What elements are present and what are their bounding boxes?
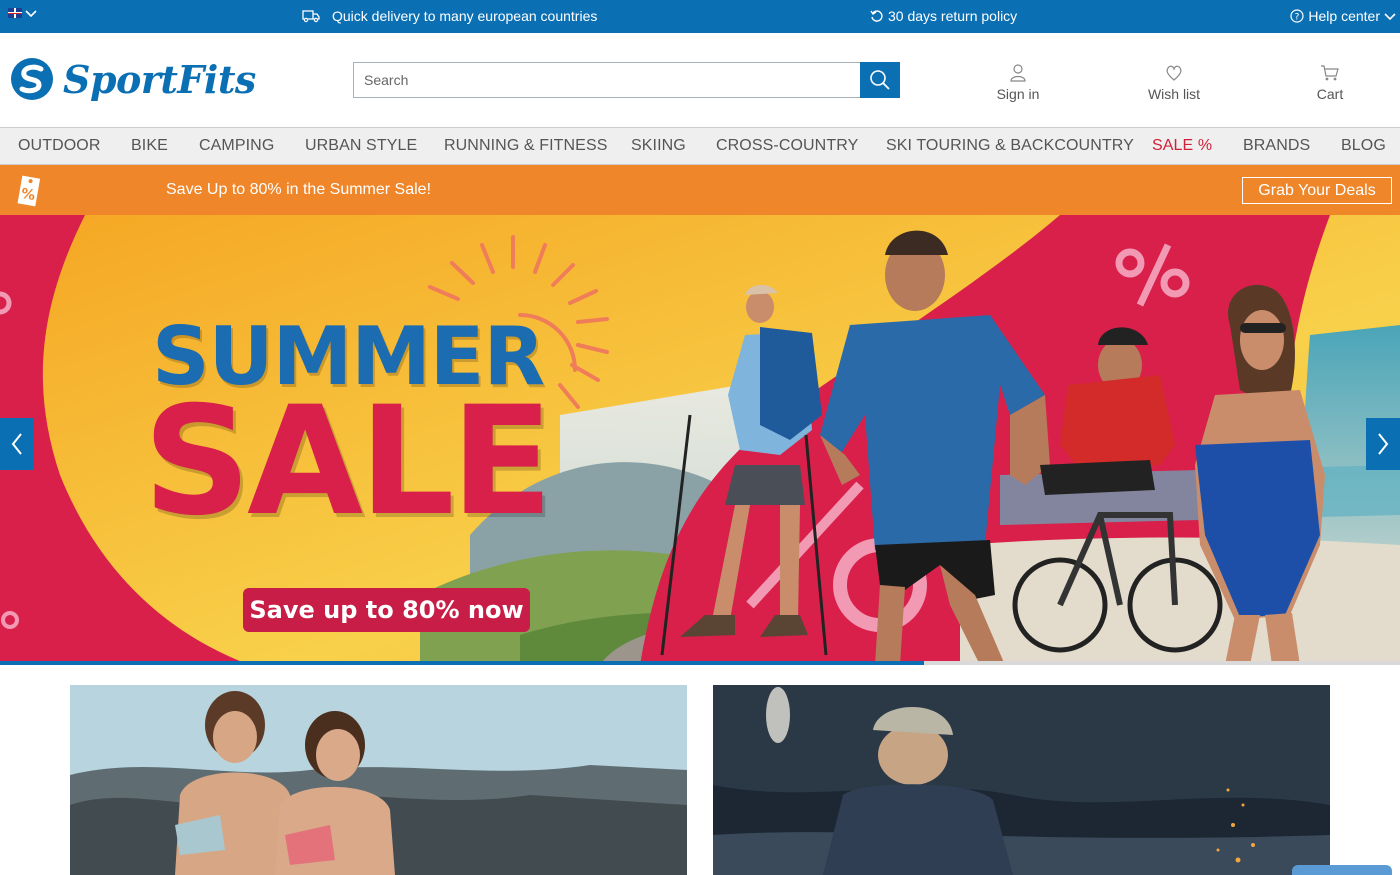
grab-deals-button[interactable]: Grab Your Deals — [1242, 177, 1392, 204]
camping-photo — [713, 685, 1330, 875]
slider-next-button[interactable] — [1366, 418, 1400, 470]
heart-icon — [1166, 65, 1182, 81]
cart-icon — [1321, 65, 1339, 81]
hero-slider[interactable]: SUMMER SALE Save up to 80% now — [0, 215, 1400, 665]
svg-text:%: % — [20, 186, 37, 204]
truck-icon — [302, 10, 320, 23]
wish-list-label: Wish list — [1147, 86, 1201, 102]
nav-item-bike[interactable]: BIKE — [131, 137, 168, 155]
returns-text: 30 days return policy — [888, 8, 1018, 24]
return-arrow-icon — [870, 10, 883, 22]
delivery-text: Quick delivery to many european countrie… — [332, 8, 598, 24]
chevron-down-icon — [1384, 13, 1396, 21]
nav-item-cross-country[interactable]: CROSS-COUNTRY — [716, 137, 858, 155]
logo[interactable]: SportFits — [9, 56, 256, 102]
top-bar: Quick delivery to many european countrie… — [0, 0, 1400, 33]
svg-text:?: ? — [1295, 13, 1300, 23]
search-bar — [353, 62, 900, 98]
help-center-label: Help center — [1308, 8, 1380, 24]
nav-item-ski-touring[interactable]: SKI TOURING & BACKCOUNTRY — [886, 137, 1134, 155]
main-navigation: OUTDOOR BIKE CAMPING URBAN STYLE RUNNING… — [0, 127, 1400, 165]
hero-cta-save[interactable]: Save up to 80% now — [243, 588, 530, 632]
slider-progress-fill — [0, 661, 924, 665]
search-input[interactable] — [353, 62, 860, 98]
logo-mark-icon — [11, 58, 53, 100]
nav-item-blog[interactable]: BLOG — [1341, 137, 1386, 155]
returns-info: 30 days return policy — [870, 8, 1017, 24]
nav-item-brands[interactable]: BRANDS — [1243, 137, 1310, 155]
search-button[interactable] — [860, 62, 900, 98]
language-selector[interactable] — [8, 8, 37, 18]
question-circle-icon: ? — [1290, 9, 1305, 23]
cart-link[interactable]: Cart — [1285, 63, 1375, 102]
chevron-left-icon — [11, 433, 22, 455]
site-header: SportFits Sign in Wish list Cart — [0, 33, 1400, 127]
beach-photo — [70, 685, 687, 875]
nav-item-running-fitness[interactable]: RUNNING & FITNESS — [444, 137, 608, 155]
cart-label: Cart — [1316, 86, 1344, 102]
chevron-down-icon — [25, 10, 37, 18]
nav-item-urban-style[interactable]: URBAN STYLE — [305, 137, 417, 155]
promo-text: Save Up to 80% in the Summer Sale! — [166, 181, 432, 198]
nav-item-sale[interactable]: SALE % — [1152, 137, 1212, 155]
uk-flag-icon — [8, 8, 22, 18]
delivery-info: Quick delivery to many european countrie… — [302, 8, 597, 24]
percent-tag-icon: % — [17, 175, 41, 207]
promo-banner: % Save Up to 80% in the Summer Sale! Gra… — [0, 165, 1400, 215]
nav-item-outdoor[interactable]: OUTDOOR — [18, 137, 100, 155]
chevron-right-icon — [1378, 433, 1389, 455]
category-tile-camping[interactable] — [713, 685, 1330, 875]
chat-widget-button[interactable] — [1292, 865, 1392, 875]
user-icon — [1010, 64, 1026, 82]
category-tile-beach[interactable] — [70, 685, 687, 875]
logo-text: SportFits — [63, 56, 256, 102]
sign-in-link[interactable]: Sign in — [973, 63, 1063, 102]
nav-item-camping[interactable]: CAMPING — [199, 137, 274, 155]
wish-list-link[interactable]: Wish list — [1129, 63, 1219, 102]
sign-in-label: Sign in — [996, 86, 1040, 102]
slider-prev-button[interactable] — [0, 418, 34, 470]
nav-item-skiing[interactable]: SKIING — [631, 137, 686, 155]
help-center-link[interactable]: ? Help center — [1290, 8, 1396, 24]
slider-progress-bar — [0, 661, 1400, 665]
hero-headline-sale: SALE — [143, 375, 553, 549]
search-icon — [870, 70, 890, 90]
